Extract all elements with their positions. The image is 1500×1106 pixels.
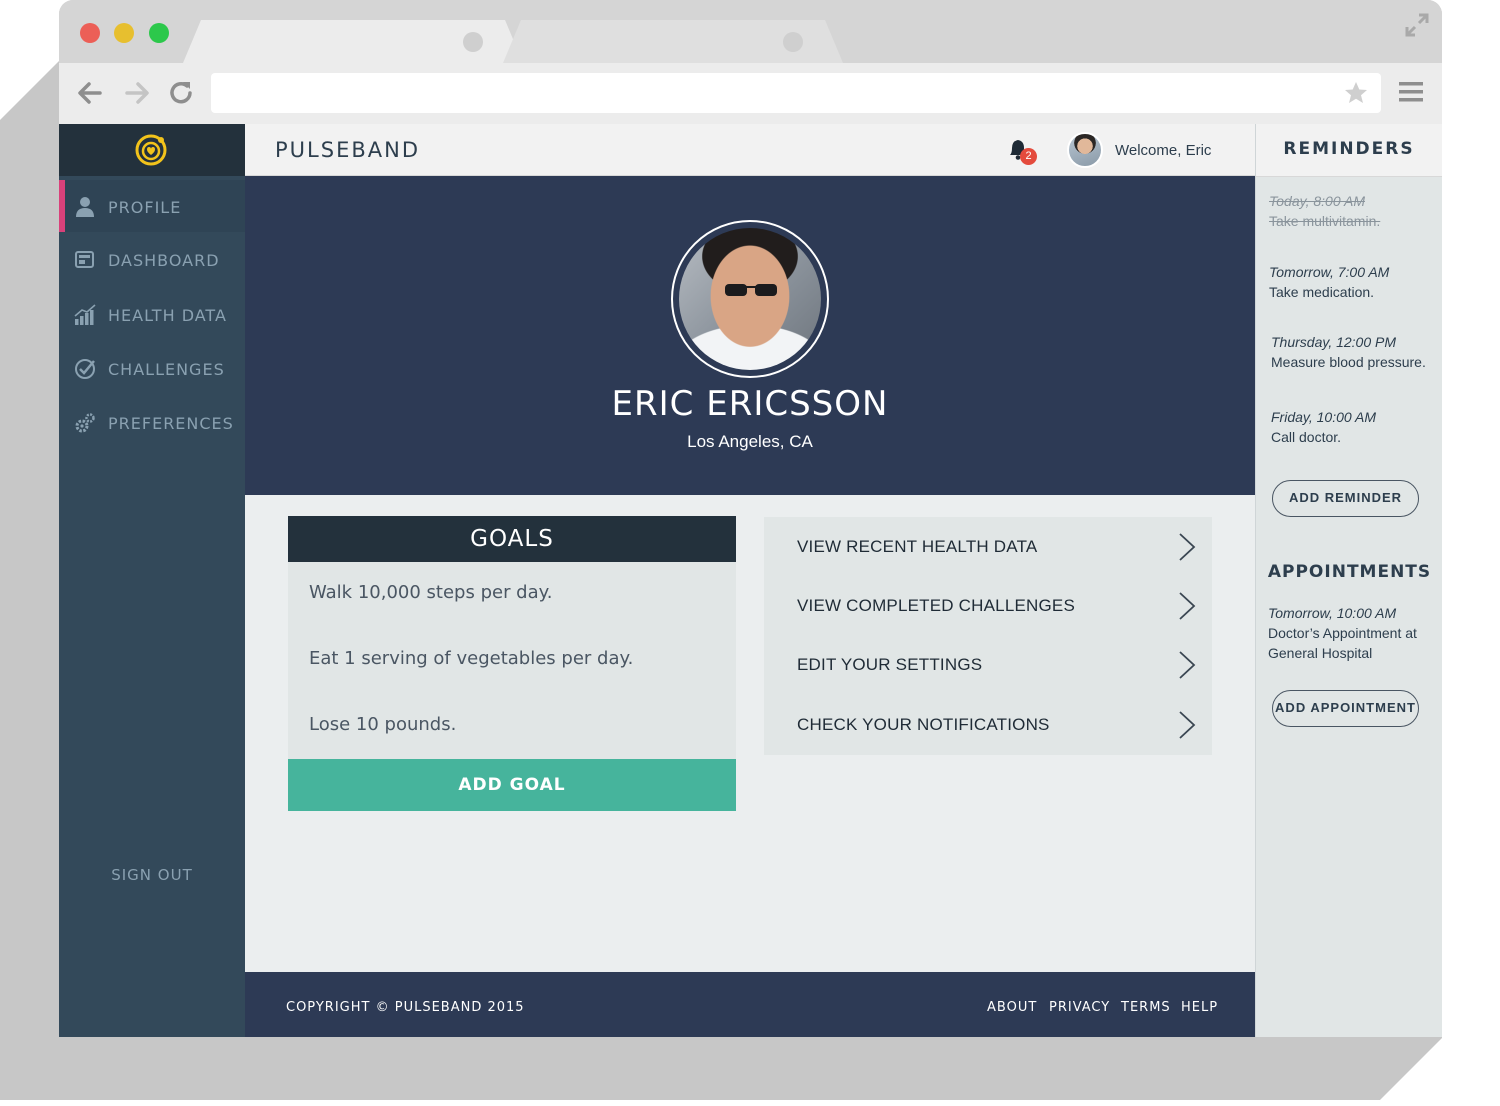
appointment-text: Doctor’s Appointment at: [1268, 625, 1417, 641]
gears-icon: [75, 413, 95, 433]
chevron-right-icon: [1179, 592, 1196, 620]
sidebar: PROFILE DASHBOARD HEALTH DATA CHALLENGES…: [59, 124, 259, 1037]
user-icon: [76, 197, 94, 217]
add-reminder-button[interactable]: ADD REMINDER: [1272, 480, 1419, 517]
profile-photo-image: [679, 228, 821, 370]
sidebar-item-preferences[interactable]: PREFERENCES: [59, 396, 245, 448]
appointment-time: Tomorrow, 10:00 AM: [1268, 605, 1397, 621]
link-view-recent-health-data[interactable]: VIEW RECENT HEALTH DATA: [764, 517, 1212, 576]
bar-chart-icon: [74, 304, 96, 325]
chevron-right-icon: [1179, 711, 1196, 739]
profile-photo: [671, 220, 829, 378]
sidebar-item-label: HEALTH DATA: [108, 306, 227, 325]
star-icon[interactable]: [1343, 80, 1369, 106]
link-check-your-notifications[interactable]: CHECK YOUR NOTIFICATIONS: [764, 695, 1212, 754]
sidebar-item-label: PROFILE: [108, 198, 182, 217]
browser-tab-active[interactable]: [183, 20, 523, 63]
main-content: PULSEBAND 2 Welcome, Eric ERIC ERICSSON …: [245, 124, 1255, 1037]
link-label: VIEW RECENT HEALTH DATA: [797, 537, 1038, 556]
reminder-text: Take multivitamin.: [1269, 213, 1381, 229]
page-footer: COPYRIGHT © PULSEBAND 2015 ABOUT PRIVACY…: [245, 972, 1255, 1037]
footer-link-privacy[interactable]: PRIVACY: [1049, 1000, 1110, 1015]
hamburger-menu-icon[interactable]: [1398, 79, 1424, 105]
reminder-item[interactable]: Friday, 10:00 AM Call doctor.: [1271, 407, 1376, 447]
reminder-item[interactable]: Tomorrow, 7:00 AM Take medication.: [1269, 262, 1389, 302]
reminders-title: REMINDERS: [1256, 124, 1442, 177]
brand-bar: [59, 124, 245, 176]
profile-name: ERIC ERICSSON: [611, 384, 889, 424]
copyright-text: COPYRIGHT © PULSEBAND 2015: [286, 1000, 525, 1015]
appointment-item[interactable]: Tomorrow, 10:00 AM Doctor’s Appointment …: [1268, 603, 1417, 663]
address-bar[interactable]: [211, 73, 1381, 113]
add-goal-button[interactable]: ADD GOAL: [288, 759, 736, 811]
goals-title: GOALS: [288, 516, 736, 562]
notification-count-badge: 2: [1020, 148, 1037, 165]
sidebar-item-dashboard[interactable]: DASHBOARD: [59, 233, 245, 285]
browser-window: PROFILE DASHBOARD HEALTH DATA CHALLENGES…: [59, 0, 1442, 1037]
sidebar-item-label: CHALLENGES: [108, 360, 225, 379]
tab-close-icon[interactable]: [463, 32, 483, 52]
back-arrow-icon[interactable]: [74, 77, 106, 109]
close-window-button[interactable]: [80, 23, 100, 43]
quick-links-card: VIEW RECENT HEALTH DATA VIEW COMPLETED C…: [764, 517, 1212, 755]
link-edit-your-settings[interactable]: EDIT YOUR SETTINGS: [764, 635, 1212, 694]
sidebar-item-health-data[interactable]: HEALTH DATA: [59, 288, 245, 340]
add-appointment-button[interactable]: ADD APPOINTMENT: [1272, 690, 1419, 727]
sidebar-item-challenges[interactable]: CHALLENGES: [59, 342, 245, 394]
user-avatar[interactable]: [1067, 132, 1103, 168]
app-title: PULSEBAND: [275, 138, 420, 162]
chevron-right-icon: [1179, 651, 1196, 679]
appointment-text: General Hospital: [1268, 645, 1373, 661]
browser-toolbar: [59, 63, 1442, 124]
appointments-title: APPOINTMENTS: [1267, 562, 1432, 582]
expand-icon[interactable]: [1404, 12, 1430, 38]
goals-list: Walk 10,000 steps per day. Eat 1 serving…: [288, 562, 736, 759]
reminder-text: Take medication.: [1269, 284, 1375, 300]
top-header: PULSEBAND 2 Welcome, Eric: [245, 124, 1255, 176]
goals-card: GOALS Walk 10,000 steps per day. Eat 1 s…: [288, 516, 736, 811]
reminder-time: Tomorrow, 7:00 AM: [1269, 264, 1390, 280]
sign-out-link[interactable]: SIGN OUT: [59, 866, 245, 884]
link-label: EDIT YOUR SETTINGS: [797, 655, 983, 674]
check-circle-icon: [75, 359, 95, 379]
pulseband-logo-icon[interactable]: [133, 132, 169, 168]
reminder-time: Thursday, 12:00 PM: [1271, 334, 1397, 350]
goal-item: Eat 1 serving of vegetables per day.: [309, 648, 634, 669]
reminder-text: Measure blood pressure.: [1271, 354, 1426, 370]
footer-link-terms[interactable]: TERMS: [1121, 1000, 1171, 1015]
sidebar-item-profile[interactable]: PROFILE: [59, 180, 259, 232]
browser-titlebar: [59, 0, 1442, 63]
footer-link-help[interactable]: HELP: [1181, 1000, 1218, 1015]
maximize-window-button[interactable]: [149, 23, 169, 43]
reminder-text: Call doctor.: [1271, 429, 1342, 445]
forward-arrow-icon[interactable]: [121, 77, 153, 109]
reminder-time: Today, 8:00 AM: [1269, 193, 1365, 209]
welcome-message: Welcome, Eric: [1115, 142, 1212, 159]
profile-hero: ERIC ERICSSON Los Angeles, CA: [245, 176, 1255, 495]
link-view-completed-challenges[interactable]: VIEW COMPLETED CHALLENGES: [764, 576, 1212, 635]
link-label: CHECK YOUR NOTIFICATIONS: [797, 715, 1050, 734]
tab-close-icon[interactable]: [783, 32, 803, 52]
chevron-right-icon: [1179, 533, 1196, 561]
link-label: VIEW COMPLETED CHALLENGES: [797, 596, 1076, 615]
browser-tab-inactive[interactable]: [503, 20, 843, 63]
minimize-window-button[interactable]: [114, 23, 134, 43]
sidebar-item-label: DASHBOARD: [108, 251, 220, 270]
footer-link-about[interactable]: ABOUT: [987, 1000, 1037, 1015]
dashboard-icon: [75, 251, 94, 268]
goal-item: Walk 10,000 steps per day.: [309, 582, 553, 603]
reminder-time: Friday, 10:00 AM: [1271, 409, 1377, 425]
sunglasses-shape: [725, 284, 777, 296]
profile-location: Los Angeles, CA: [687, 432, 813, 451]
reminder-item[interactable]: Thursday, 12:00 PM Measure blood pressur…: [1271, 332, 1426, 372]
reminders-panel: REMINDERS Today, 8:00 AM Take multivitam…: [1255, 124, 1442, 1037]
reminder-item[interactable]: Today, 8:00 AM Take multivitamin.: [1269, 191, 1380, 231]
reload-icon[interactable]: [165, 77, 197, 109]
app-viewport: PROFILE DASHBOARD HEALTH DATA CHALLENGES…: [59, 124, 1442, 1037]
sidebar-item-label: PREFERENCES: [108, 414, 234, 433]
